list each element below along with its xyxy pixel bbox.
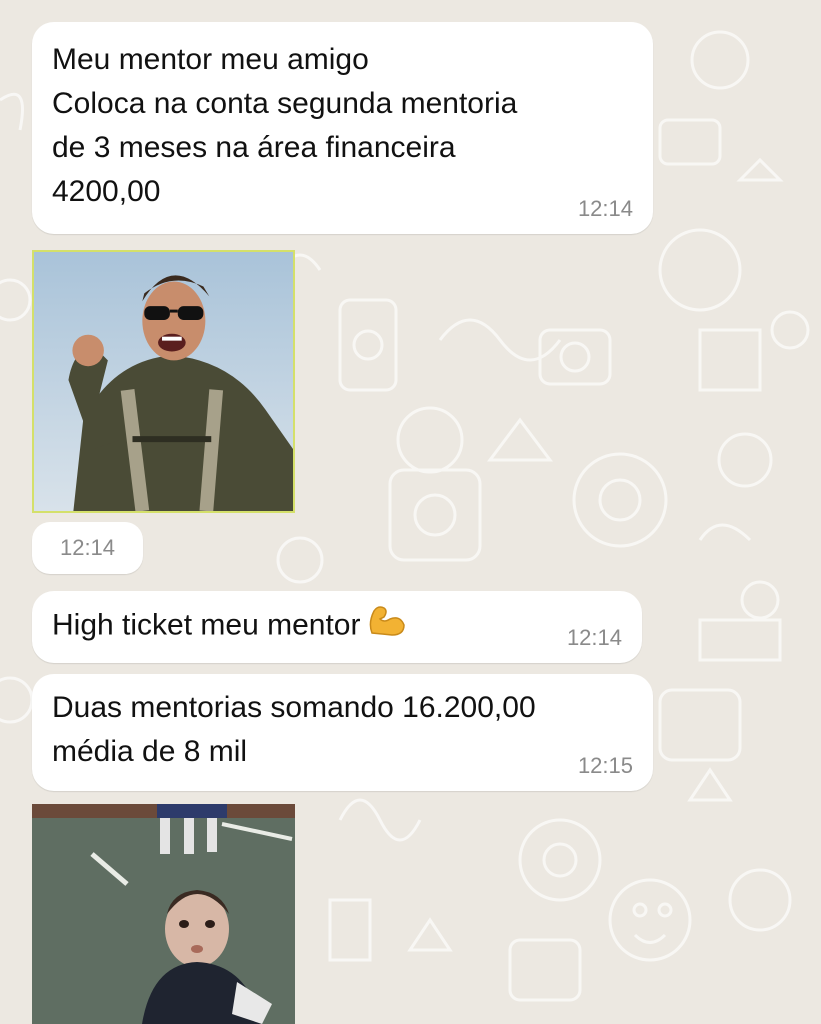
- message-time: 12:15: [577, 753, 633, 778]
- image-time: 12:14: [32, 522, 143, 574]
- message-text: Meu mentor meu amigo Coloca na conta seg…: [52, 43, 518, 208]
- message-time: 12:14: [577, 196, 633, 221]
- message-text: High ticket meu mentor: [52, 603, 642, 650]
- message-bubble[interactable]: High ticket meu mentor 12:14: [32, 591, 642, 663]
- message-text: Duas mentorias somando 16.200,00 média d…: [52, 691, 536, 768]
- kid-looking-up-image: [32, 804, 295, 1024]
- flexed-biceps-icon: [366, 603, 406, 650]
- message-bubble[interactable]: Meu mentor meu amigo Coloca na conta seg…: [32, 22, 653, 234]
- image-message[interactable]: [32, 804, 295, 1024]
- message-time: 12:14: [566, 625, 622, 650]
- image-message[interactable]: [32, 250, 295, 513]
- message-bubble[interactable]: Duas mentorias somando 16.200,00 média d…: [32, 674, 653, 791]
- message-text-content: High ticket meu mentor: [52, 608, 361, 642]
- celebrating-pilot-image: [34, 252, 293, 511]
